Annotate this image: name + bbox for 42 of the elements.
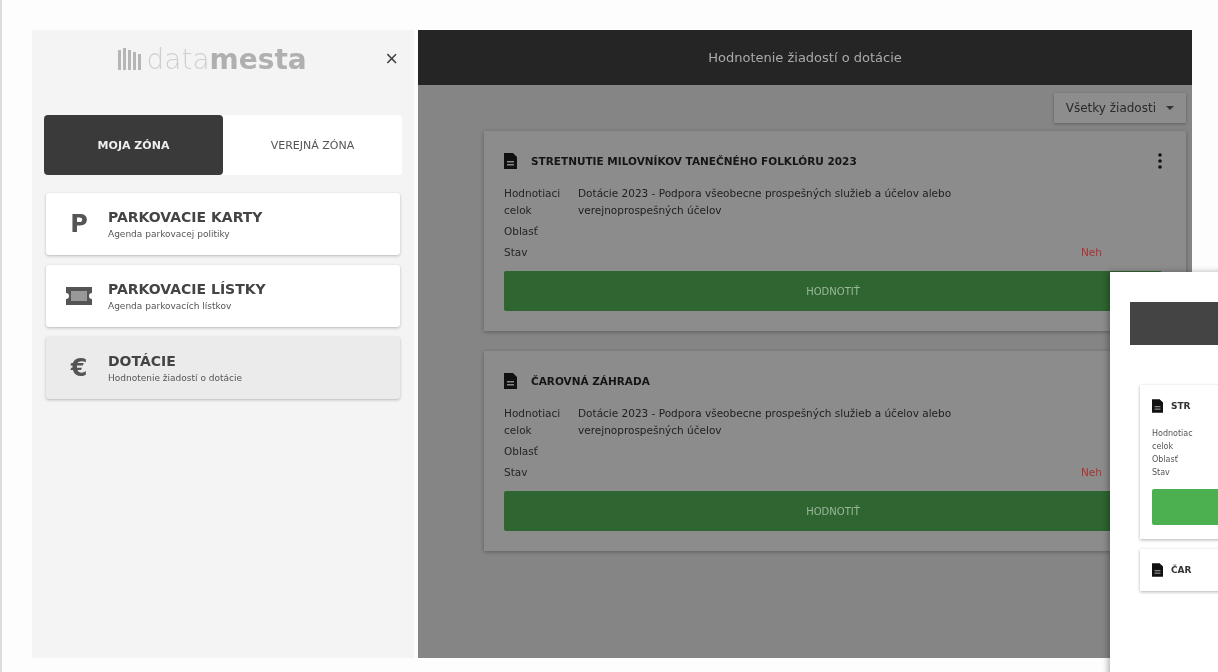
document-icon xyxy=(1152,399,1163,413)
field-label: Stav xyxy=(504,465,529,480)
logo-text-bold: mesta xyxy=(209,42,307,76)
status-value: Neh xyxy=(1081,465,1102,480)
field-label: Oblasť xyxy=(504,444,539,459)
card-title: ČAROVNÁ ZÁHRADA xyxy=(531,375,651,387)
card-title: STRETNUTIE MILOVNÍKOV TANEČNÉHO FOLKLÓRU 2023 xyxy=(531,155,858,167)
field-value: Dotácie 2023 - Podpora všeobecne prospešných služieb a účelov alebo verejnoprospešných účelov xyxy=(578,186,953,218)
card-title: STR xyxy=(1171,401,1191,411)
field-label: Oblasť xyxy=(1152,454,1179,466)
menu-item-title: DOTÁCIE xyxy=(108,353,177,369)
filter-dropdown[interactable]: Všetky žiadosti xyxy=(1053,93,1186,123)
menu-item[interactable]: PARKOVACIE LÍSTKY Agenda parkovacích lístkov xyxy=(46,265,400,327)
field-label: Hodnotiac xyxy=(1152,428,1194,440)
glyph-icon: P xyxy=(70,210,88,238)
field-label: Stav xyxy=(1152,467,1171,479)
menu-item-subtitle: Hodnotenie žiadostí o dotácie xyxy=(108,373,243,383)
menu-item-subtitle: Agenda parkovacej politiky xyxy=(108,229,231,239)
field-label: Hodnotiaci celok xyxy=(504,186,562,218)
field-label: Stav xyxy=(504,245,529,260)
page-title: Hodnotenie žiadostí o dotácie xyxy=(708,50,902,65)
zone-tab[interactable]: MOJA ZÓNA xyxy=(44,115,223,175)
more-options-icon[interactable] xyxy=(1158,153,1162,169)
card-title: ČAR xyxy=(1171,565,1192,575)
field-label: Hodnotiaci celok xyxy=(504,406,562,438)
close-button[interactable]: × xyxy=(381,46,402,72)
menu-item[interactable]: P PARKOVACIE KARTY Agenda parkovacej politiky xyxy=(46,193,400,255)
status-value: Neh xyxy=(1081,245,1102,260)
field-label: celok xyxy=(1152,441,1175,453)
glyph-icon: € xyxy=(70,354,88,382)
field-value: Dotácie 2023 - Podpora všeobecne prospešných služieb a účelov alebo verejnoprospešných účelov xyxy=(578,406,953,438)
menu-item-title: PARKOVACIE LÍSTKY xyxy=(108,281,266,297)
document-icon xyxy=(504,153,517,169)
menu-item[interactable]: € DOTÁCIE Hodnotenie žiadostí o dotácie xyxy=(46,337,400,399)
menu-item-subtitle: Agenda parkovacích lístkov xyxy=(108,301,233,311)
document-icon xyxy=(1152,563,1163,577)
ticket-icon xyxy=(65,286,93,306)
field-label: Oblasť xyxy=(504,224,539,239)
building-logo-icon xyxy=(118,48,143,70)
menu-item-title: PARKOVACIE KARTY xyxy=(108,209,263,225)
caret-icon xyxy=(1166,106,1174,110)
document-icon xyxy=(504,373,517,389)
